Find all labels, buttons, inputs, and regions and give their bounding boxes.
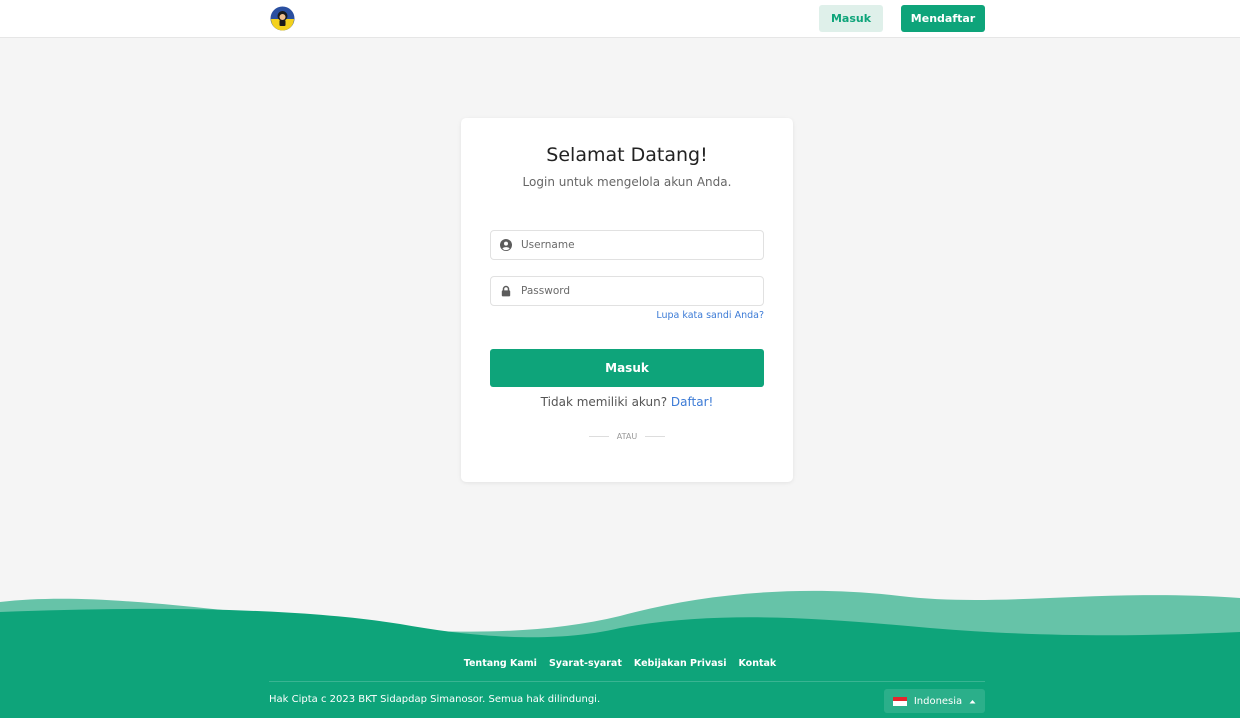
caret-up-icon [969,696,976,707]
divider-line-left [588,436,609,437]
register-prompt: Tidak memiliki akun? Daftar! [461,395,793,409]
language-label: Indonesia [913,695,963,707]
header-register-button[interactable]: Mendaftar [901,5,985,32]
lock-icon [491,277,521,305]
password-field[interactable] [490,276,764,306]
username-input[interactable] [521,232,751,258]
footer-link-contact[interactable]: Kontak [738,658,776,669]
login-title: Selamat Datang! [546,144,708,166]
footer-link-terms[interactable]: Syarat-syarat [549,658,622,669]
indonesia-flag-icon [892,696,907,706]
or-divider: ATAU [461,432,793,441]
footer-divider [269,681,985,682]
login-card: Selamat Datang! Login untuk mengelola ak… [461,118,793,482]
footer-wave-background [0,590,1240,718]
top-header: Masuk Mendaftar [0,0,1240,38]
header-login-button[interactable]: Masuk [819,5,883,32]
logo-icon[interactable] [270,6,295,31]
footer-link-about[interactable]: Tentang Kami [464,658,537,669]
footer-link-privacy[interactable]: Kebijakan Privasi [634,658,727,669]
divider-line-right [645,436,666,437]
language-selector[interactable]: Indonesia [884,689,985,713]
copyright-text: Hak Cipta c 2023 BKT Sidapdap Simanosor.… [269,694,601,705]
user-circle-icon [491,231,521,259]
register-link[interactable]: Daftar! [671,395,713,409]
footer-links: Tentang Kami Syarat-syarat Kebijakan Pri… [0,658,1240,669]
forgot-password-link[interactable]: Lupa kata sandi Anda? [656,310,764,321]
login-submit-button[interactable]: Masuk [490,349,764,387]
password-input[interactable] [521,278,751,304]
username-field[interactable] [490,230,764,260]
no-account-text: Tidak memiliki akun? [540,395,668,409]
login-subtitle: Login untuk mengelola akun Anda. [522,175,732,189]
divider-text: ATAU [616,432,638,441]
